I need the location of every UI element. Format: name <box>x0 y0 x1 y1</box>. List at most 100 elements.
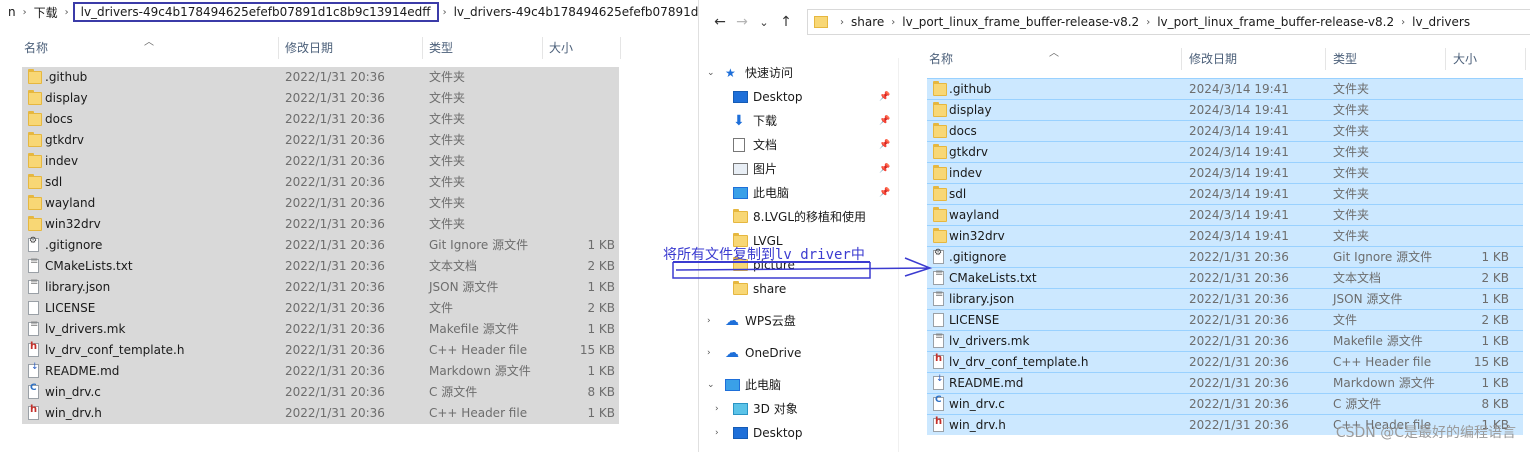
file-row[interactable]: docs 2024/3/14 19:41 文件夹 <box>927 120 1523 141</box>
nav-tree-item[interactable]: 图片 📌 <box>699 157 897 181</box>
address-segment[interactable]: lv_drivers <box>1409 15 1473 29</box>
file-row[interactable]: display 2022/1/31 20:36 文件夹 <box>22 88 619 109</box>
file-row[interactable]: library.json 2022/1/31 20:36 JSON 源文件 1 KB <box>927 288 1523 309</box>
file-type: 文件夹 <box>429 217 466 231</box>
file-row[interactable]: win32drv 2024/3/14 19:41 文件夹 <box>927 225 1523 246</box>
file-row[interactable]: .github 2022/1/31 20:36 文件夹 <box>22 67 619 88</box>
chevron-right-icon[interactable]: › <box>715 421 719 445</box>
address-segment[interactable]: lv_port_linux_frame_buffer-release-v8.2 <box>1154 15 1397 29</box>
breadcrumb-item-highlighted[interactable]: lv_drivers-49c4b178494625efefb07891d1c8b… <box>72 2 439 22</box>
annotation-text: 将所有文件复制到lv_driver中 <box>663 247 865 263</box>
file-row[interactable]: win_drv.h 2022/1/31 20:36 C++ Header file 1… <box>22 403 619 424</box>
column-date-header[interactable]: 修改日期 <box>1189 48 1237 70</box>
column-name-header[interactable]: 名称 <box>24 37 48 59</box>
column-name-header[interactable]: 名称 <box>929 48 953 70</box>
column-type-header[interactable]: 类型 <box>429 37 453 59</box>
file-row[interactable]: docs 2022/1/31 20:36 文件夹 <box>22 109 619 130</box>
file-row[interactable]: win_drv.c 2022/1/31 20:36 C 源文件 8 KB <box>22 382 619 403</box>
file-row[interactable]: .gitignore 2022/1/31 20:36 Git Ignore 源文件 1… <box>927 246 1523 267</box>
nav-tree-item[interactable]: ⌄ ★ 快速访问 <box>699 61 897 85</box>
chevron-right-icon[interactable]: › <box>715 397 719 421</box>
file-row[interactable]: win32drv 2022/1/31 20:36 文件夹 <box>22 214 619 235</box>
breadcrumb-item[interactable]: 下载 <box>31 4 61 21</box>
file-size: 1 KB <box>1481 250 1509 264</box>
nav-tree-item[interactable]: ⌄ 此电脑 <box>699 373 897 397</box>
column-divider <box>1445 48 1446 70</box>
folder-icon <box>933 81 947 96</box>
chevron-down-icon[interactable]: ⌄ <box>707 373 715 397</box>
file-date: 2022/1/31 20:36 <box>1189 313 1289 327</box>
file-row[interactable]: display 2024/3/14 19:41 文件夹 <box>927 99 1523 120</box>
folder-icon <box>28 174 42 189</box>
chevron-right-icon: › <box>64 6 69 18</box>
nav-tree-item[interactable]: 此电脑 📌 <box>699 181 897 205</box>
file-type: JSON 源文件 <box>1333 292 1403 306</box>
file-size: 1 KB <box>1481 376 1509 390</box>
file-row[interactable]: README.md 2022/1/31 20:36 Markdown 源文件 1 KB <box>22 361 619 382</box>
nav-tree-label: Desktop <box>753 90 803 104</box>
nav-tree-item[interactable]: ⬇ 下载 📌 <box>699 109 897 133</box>
file-row[interactable]: library.json 2022/1/31 20:36 JSON 源文件 1 KB <box>22 277 619 298</box>
file-row[interactable]: indev 2022/1/31 20:36 文件夹 <box>22 151 619 172</box>
chevron-right-icon[interactable]: › <box>707 309 711 333</box>
column-divider <box>542 37 543 59</box>
chevron-right-icon[interactable]: › <box>707 341 711 365</box>
file-size <box>1439 100 1509 121</box>
file-row[interactable]: wayland 2024/3/14 19:41 文件夹 <box>927 204 1523 225</box>
address-bar[interactable]: › share › lv_port_linux_frame_buffer-rel… <box>807 9 1530 35</box>
file-date: 2022/1/31 20:36 <box>285 112 385 126</box>
file-row[interactable]: sdl 2024/3/14 19:41 文件夹 <box>927 183 1523 204</box>
column-size-header[interactable]: 大小 <box>549 37 573 59</box>
column-size-header[interactable]: 大小 <box>1453 48 1477 70</box>
file-row[interactable]: CMakeLists.txt 2022/1/31 20:36 文本文档 2 KB <box>22 256 619 277</box>
file-row[interactable]: gtkdrv 2022/1/31 20:36 文件夹 <box>22 130 619 151</box>
file-row[interactable]: lv_drivers.mk 2022/1/31 20:36 Makefile 源文件… <box>927 330 1523 351</box>
file-row[interactable]: indev 2024/3/14 19:41 文件夹 <box>927 162 1523 183</box>
file-size <box>1439 184 1509 205</box>
nav-tree-item[interactable]: 文档 📌 <box>699 133 897 157</box>
nav-tree-item[interactable]: › 3D 对象 <box>699 397 897 421</box>
column-type-header[interactable]: 类型 <box>1333 48 1357 70</box>
file-row[interactable]: sdl 2022/1/31 20:36 文件夹 <box>22 172 619 193</box>
nav-tree-item[interactable]: 8.LVGL的移植和使用 <box>699 205 897 229</box>
file-type: JSON 源文件 <box>429 280 499 294</box>
forward-arrow-icon[interactable]: → <box>731 14 753 30</box>
file-row[interactable]: win_drv.c 2022/1/31 20:36 C 源文件 8 KB <box>927 393 1523 414</box>
nav-tree-item[interactable]: › ☁ OneDrive <box>699 341 897 365</box>
file-row[interactable]: .github 2024/3/14 19:41 文件夹 <box>927 78 1523 99</box>
file-name: display <box>45 91 88 105</box>
file-name: .github <box>949 82 992 96</box>
file-row[interactable]: LICENSE 2022/1/31 20:36 文件 2 KB <box>927 309 1523 330</box>
file-date: 2022/1/31 20:36 <box>1189 397 1289 411</box>
file-type: Makefile 源文件 <box>1333 334 1423 348</box>
back-arrow-icon[interactable]: ← <box>709 14 731 30</box>
recent-locations-chevron-icon[interactable]: ⌄ <box>753 16 775 29</box>
nav-tree-item[interactable]: share <box>699 277 897 301</box>
file-row[interactable]: LICENSE 2022/1/31 20:36 文件 2 KB <box>22 298 619 319</box>
column-date-header[interactable]: 修改日期 <box>285 37 333 59</box>
nav-tree-item[interactable]: › Desktop <box>699 421 897 445</box>
breadcrumb-item[interactable]: lv_drivers-49c4b178494625efefb07891d1c8b <box>451 5 700 19</box>
file-date: 2024/3/14 19:41 <box>1189 82 1289 96</box>
gitignore-file-icon <box>933 248 944 264</box>
file-name: lv_drv_conf_template.h <box>45 343 185 357</box>
blank-file-icon <box>28 301 39 315</box>
up-arrow-icon[interactable]: ↑ <box>775 14 797 30</box>
breadcrumb-item[interactable]: n <box>0 5 19 19</box>
address-segment[interactable]: share <box>848 15 887 29</box>
nav-tree-item[interactable]: › ☁ WPS云盘 <box>699 309 897 333</box>
file-row[interactable]: lv_drivers.mk 2022/1/31 20:36 Makefile 源文件… <box>22 319 619 340</box>
file-name: docs <box>949 124 977 138</box>
file-size: 1 KB <box>587 322 615 336</box>
file-row[interactable]: README.md 2022/1/31 20:36 Markdown 源文件 1 KB <box>927 372 1523 393</box>
file-row[interactable]: .gitignore 2022/1/31 20:36 Git Ignore 源文件 1… <box>22 235 619 256</box>
file-date: 2022/1/31 20:36 <box>285 343 385 357</box>
nav-tree-item[interactable]: Desktop 📌 <box>699 85 897 109</box>
file-row[interactable]: wayland 2022/1/31 20:36 文件夹 <box>22 193 619 214</box>
chevron-down-icon[interactable]: ⌄ <box>707 61 715 85</box>
address-segment[interactable]: lv_port_linux_frame_buffer-release-v8.2 <box>899 15 1142 29</box>
file-row[interactable]: CMakeLists.txt 2022/1/31 20:36 文本文档 2 KB <box>927 267 1523 288</box>
file-row[interactable]: lv_drv_conf_template.h 2022/1/31 20:36 C++… <box>927 351 1523 372</box>
file-row[interactable]: lv_drv_conf_template.h 2022/1/31 20:36 C++… <box>22 340 619 361</box>
file-row[interactable]: gtkdrv 2024/3/14 19:41 文件夹 <box>927 141 1523 162</box>
